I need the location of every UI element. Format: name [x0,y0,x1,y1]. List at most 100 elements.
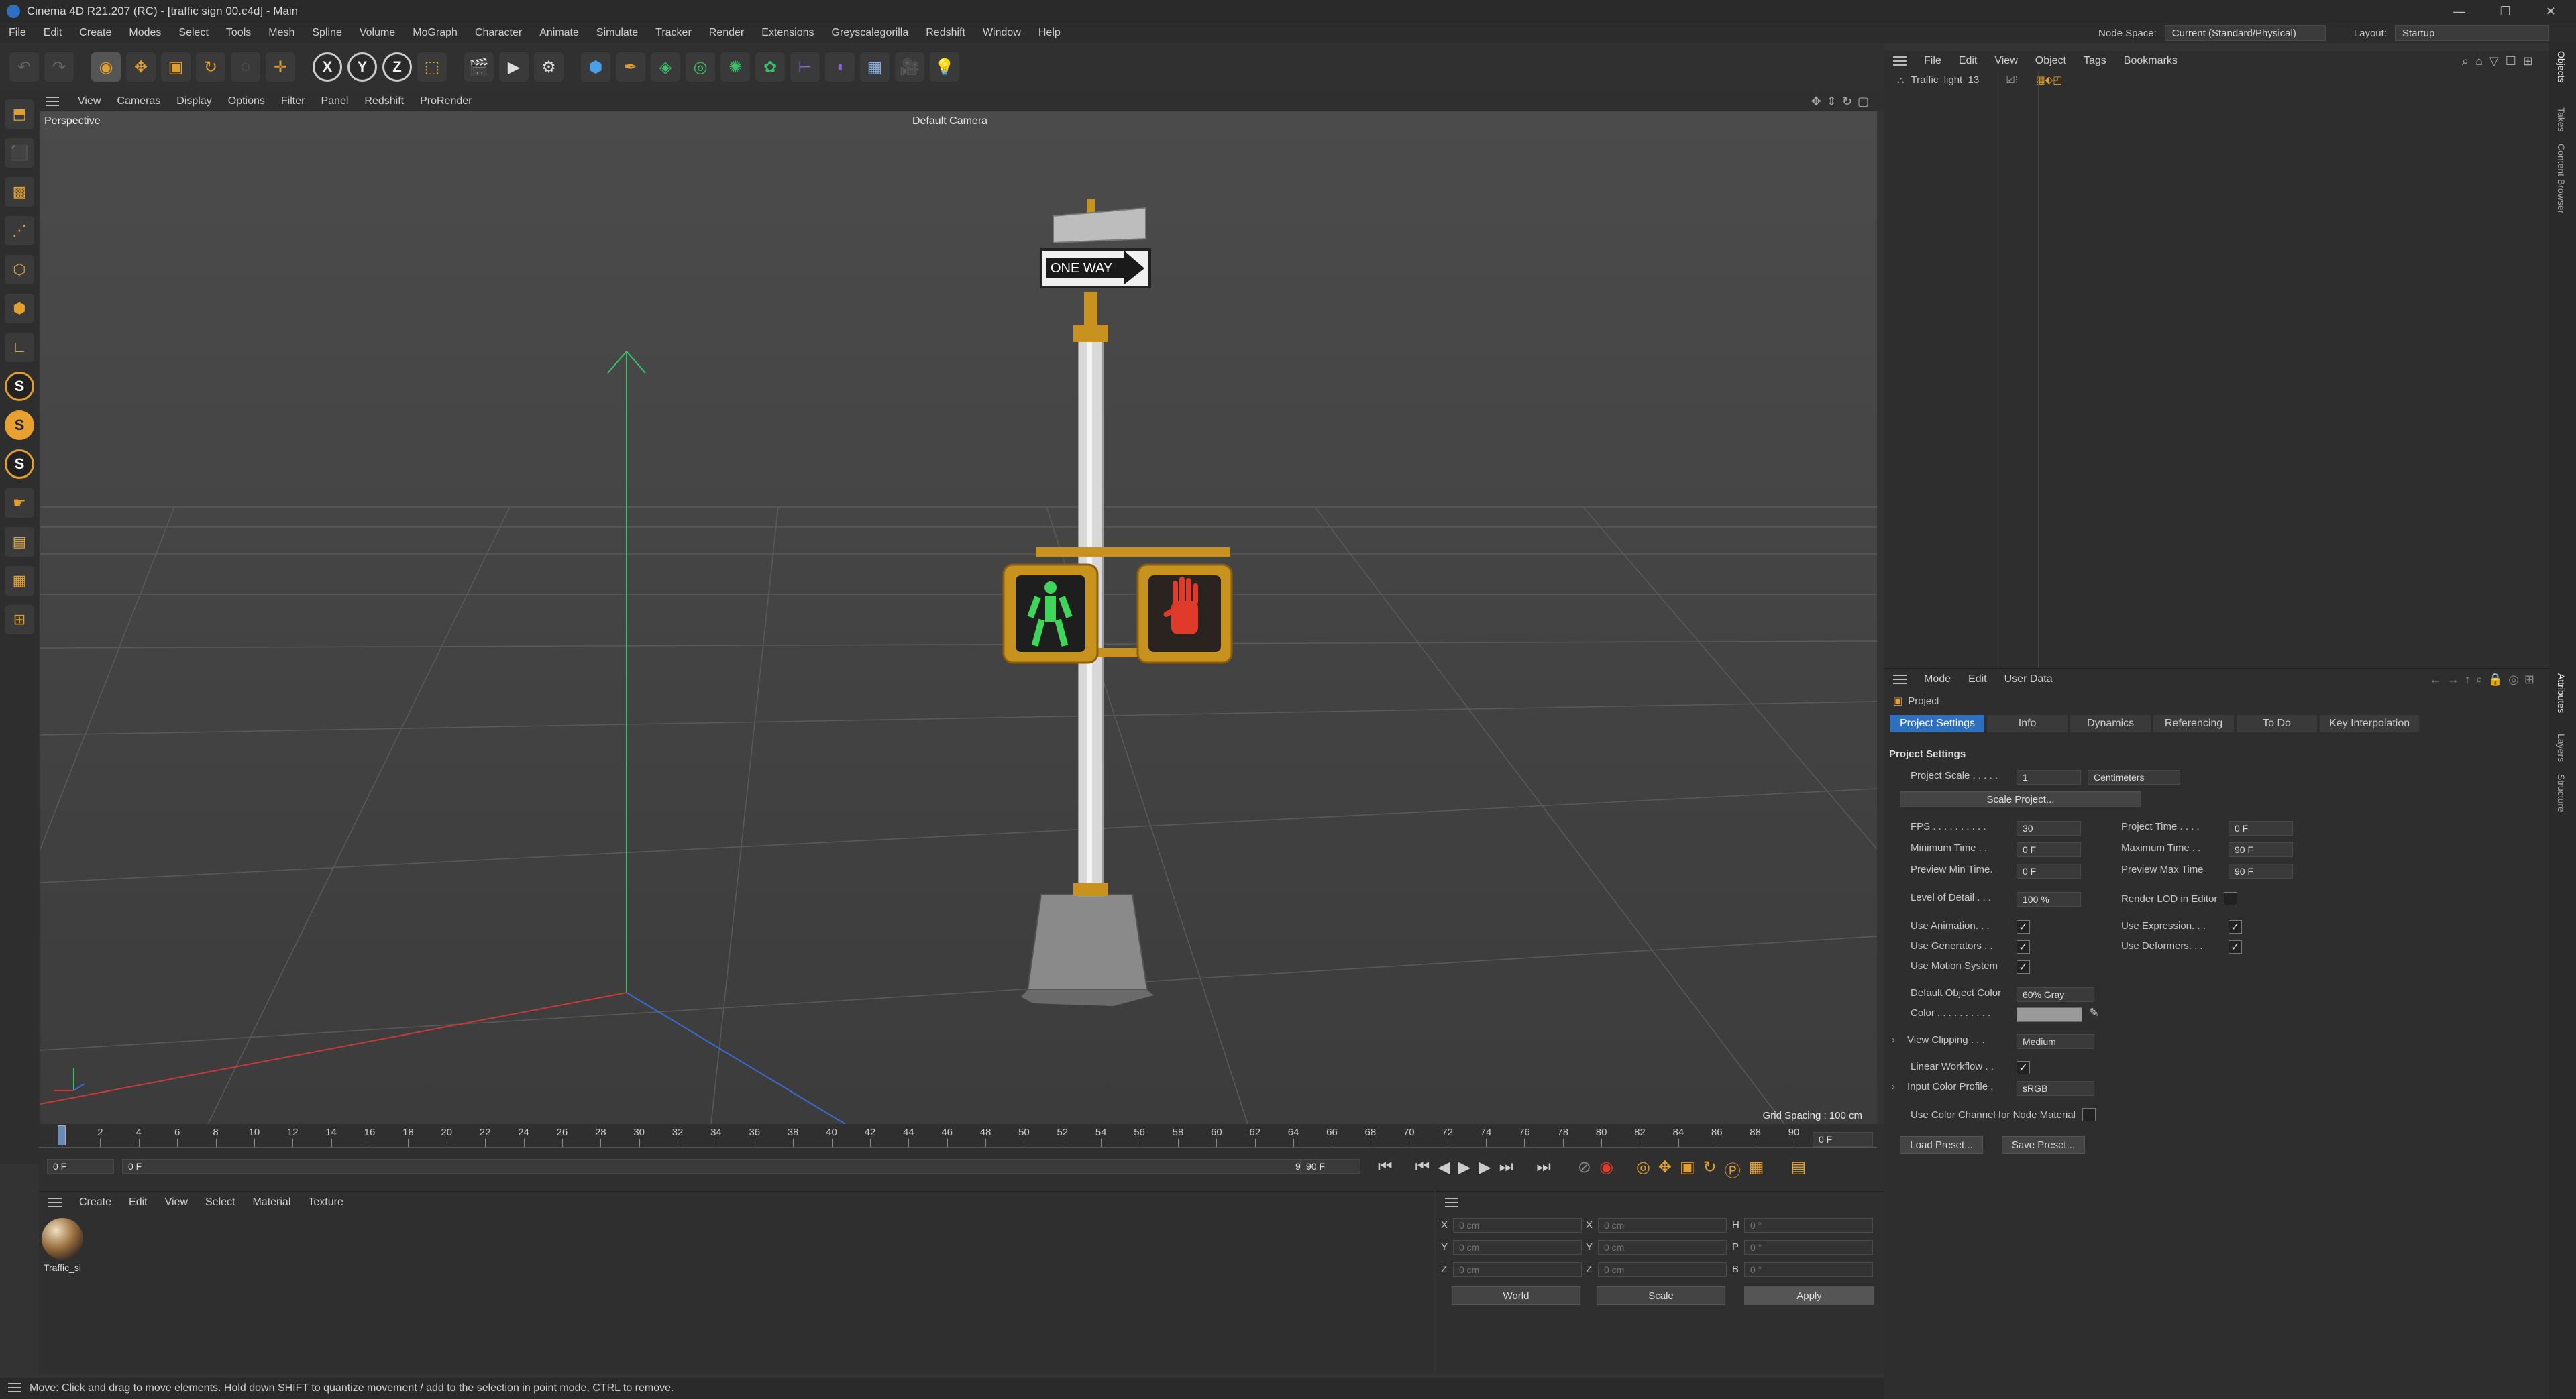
viewport-3d[interactable]: ONE WAY Perspective Default Camera Grid … [40,111,1877,1124]
tab-referencing[interactable]: Referencing [2153,715,2235,732]
key-parameter-icon[interactable]: Ⓟ [1725,1158,1741,1181]
menu-simulate[interactable]: Simulate [588,27,647,39]
prev-key-icon[interactable]: ⏮ [1415,1158,1430,1181]
move-tool-icon[interactable]: ✥ [126,52,156,82]
maximize-button[interactable]: ❐ [2500,5,2511,19]
coord-value-field[interactable]: 0 ° [1744,1240,1873,1255]
key-position-icon[interactable]: ✥ [1658,1158,1672,1181]
linear-workflow-checkbox[interactable]: ✓ [2017,1061,2030,1074]
attr-menu-user-data[interactable]: User Data [2004,673,2053,685]
workplane-align-icon[interactable]: ▦ [5,566,34,596]
workplane-icon[interactable]: ▤ [5,527,34,557]
effector-icon[interactable]: ✿ [755,52,785,82]
menu-extensions[interactable]: Extensions [753,27,822,39]
fps-field[interactable]: 30 [2017,821,2081,836]
snap-grid-icon[interactable]: S [5,449,34,479]
render-lod-checkbox[interactable] [2224,892,2238,905]
select-tool-icon[interactable]: ◉ [91,52,121,82]
tab-content-browser[interactable]: Content Browser [2556,144,2567,213]
object-tags-icon[interactable]: ▦⬖◰ [2035,74,2062,86]
coord-value-field[interactable]: 0 cm [1598,1218,1727,1233]
z-axis-lock-button[interactable]: Z [382,52,412,82]
preview-min-field[interactable]: 0 F [2017,864,2081,879]
viewport-menu-cameras[interactable]: Cameras [109,95,168,107]
snap-settings-icon[interactable]: S [5,410,34,440]
autokey-icon[interactable]: ◉ [1599,1158,1613,1181]
attr-menu-mode[interactable]: Mode [1924,673,1951,685]
model-mode-icon[interactable]: ⬛ [5,138,34,168]
deformer-icon[interactable]: ⊢ [790,52,820,82]
coord-value-field[interactable]: 0 ° [1744,1262,1873,1277]
mat-menu-select[interactable]: Select [205,1196,235,1209]
playhead-marker[interactable] [58,1125,66,1145]
coords-hamburger-icon[interactable] [1445,1198,1458,1207]
tab-project-settings[interactable]: Project Settings [1890,715,1985,732]
y-axis-lock-button[interactable]: Y [347,52,377,82]
material-swatch[interactable]: Traffic_si [42,1218,83,1273]
scale-tool-icon[interactable]: ▣ [161,52,191,82]
save-preset-button[interactable]: Save Preset... [2002,1136,2085,1154]
menu-tools[interactable]: Tools [217,27,260,39]
mat-menu-material[interactable]: Material [252,1196,290,1209]
viewport-menu-display[interactable]: Display [168,95,219,107]
axis-mode-icon[interactable]: ∟ [5,333,34,362]
use-generators-checkbox[interactable]: ✓ [2017,940,2030,954]
visibility-toggle-icon[interactable]: ☑⁝ [2006,74,2018,86]
minimize-button[interactable]: — [2453,5,2465,19]
coord-value-field[interactable]: 0 cm [1598,1262,1727,1277]
min-time-field[interactable]: 0 F [2017,842,2081,857]
node-space-dropdown[interactable]: Current (Standard/Physical) [2164,25,2326,41]
obj-menu-tags[interactable]: Tags [2084,55,2106,67]
obj-menu-bookmarks[interactable]: Bookmarks [2124,55,2178,67]
menu-help[interactable]: Help [1030,27,1069,39]
make-editable-icon[interactable]: ⬒ [5,99,34,129]
use-animation-checkbox[interactable]: ✓ [2017,920,2030,934]
input-profile-expand-icon[interactable]: › [1892,1081,1895,1093]
lod-field[interactable]: 100 % [2017,892,2081,907]
tab-objects[interactable]: Objects [2556,51,2567,82]
next-key-icon[interactable]: ⏭ [1499,1158,1514,1181]
x-axis-lock-button[interactable]: X [313,52,342,82]
menu-mesh[interactable]: Mesh [260,27,303,39]
edges-mode-icon[interactable]: ⬡ [5,255,34,284]
objects-hamburger-icon[interactable] [1893,56,1907,66]
preview-max-field[interactable]: 90 F [2229,864,2293,879]
coord-value-field[interactable]: 0 cm [1598,1240,1727,1255]
menu-greyscalegorilla[interactable]: Greyscalegorilla [823,27,918,39]
menu-tracker[interactable]: Tracker [647,27,700,39]
max-time-field[interactable]: 90 F [2229,842,2293,857]
viewport-projection-label[interactable]: Perspective [44,115,101,127]
coord-value-field[interactable]: 0 cm [1453,1218,1582,1233]
coord-scale-dropdown[interactable]: Scale [1597,1286,1725,1305]
menu-modes[interactable]: Modes [120,27,170,39]
viewport-menu-filter[interactable]: Filter [273,95,313,107]
polygons-mode-icon[interactable]: ⬢ [5,294,34,323]
attr-nav-icons[interactable]: ←→↑⌕🔒◎⊞ [2430,673,2540,687]
coord-value-field[interactable]: 0 ° [1744,1218,1873,1233]
end-frame-field[interactable]: 90 F [1300,1159,1360,1174]
close-button[interactable]: ✕ [2546,5,2556,19]
menu-render[interactable]: Render [700,27,753,39]
render-view-icon[interactable]: ▶ [499,52,529,82]
record-key-icon[interactable]: ⊘ [1578,1158,1591,1181]
material-hamburger-icon[interactable] [48,1198,62,1207]
menu-redshift[interactable]: Redshift [917,27,974,39]
menu-spline[interactable]: Spline [303,27,350,39]
object-name[interactable]: Traffic_light_13 [1911,74,1980,86]
tab-layers[interactable]: Layers [2556,734,2567,762]
key-selection-icon[interactable]: ◎ [1636,1158,1650,1181]
array-icon[interactable]: ◎ [686,52,715,82]
menu-select[interactable]: Select [170,27,217,39]
mat-menu-texture[interactable]: Texture [308,1196,343,1209]
mat-menu-view[interactable]: View [165,1196,188,1209]
menu-edit[interactable]: Edit [35,27,71,39]
viewport-hamburger-icon[interactable] [46,97,59,106]
obj-menu-object[interactable]: Object [2035,55,2066,67]
current-frame-field[interactable]: 0 F [1813,1132,1873,1147]
menu-animate[interactable]: Animate [531,27,588,39]
attr-menu-edit[interactable]: Edit [1968,673,1987,685]
color-channel-checkbox[interactable] [2082,1108,2096,1121]
use-deformers-checkbox[interactable]: ✓ [2229,940,2242,954]
redo-icon[interactable]: ↷ [44,52,74,82]
menu-file[interactable]: File [0,27,35,39]
